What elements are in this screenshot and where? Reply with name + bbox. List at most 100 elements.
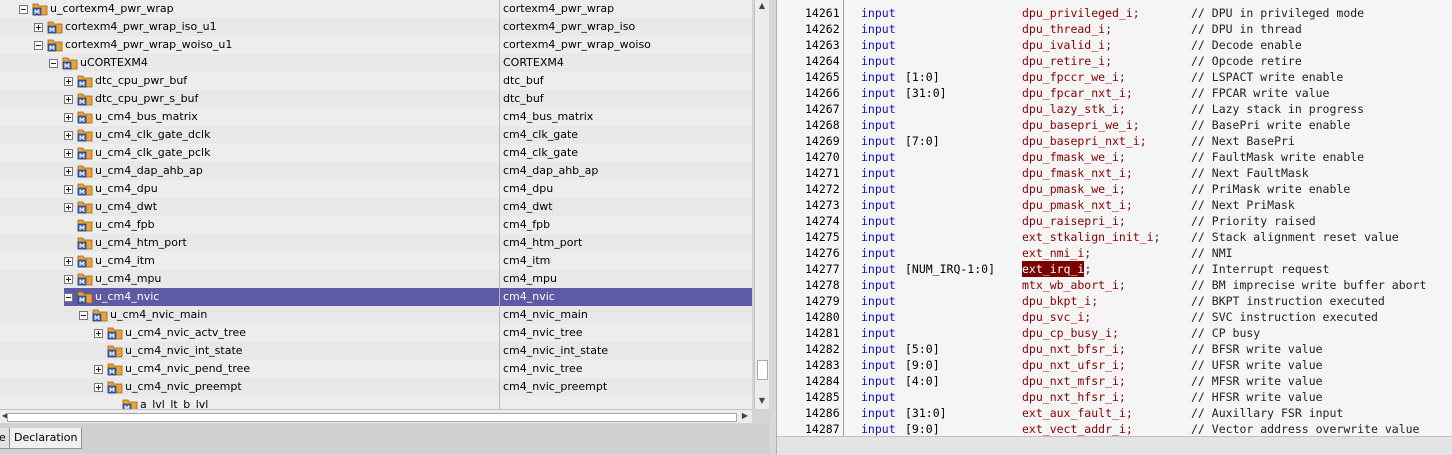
- scroll-down-icon[interactable]: ▼: [757, 396, 767, 406]
- tree-row[interactable]: Mu_cortexm4_pwr_wrap cortexm4_pwr_wrap: [0, 0, 752, 18]
- keyword: input: [861, 374, 896, 388]
- instance-name: uCORTEXM4: [80, 56, 148, 69]
- code-line[interactable]: 14277 input [NUM_IRQ-1:0] ext_irq_i; // Inte…: [777, 261, 1452, 277]
- code-line[interactable]: 14261 input dpu_privileged_i; // DPU in pri…: [777, 5, 1452, 21]
- code-line[interactable]: 14286 input [31:0] ext_aux_fault_i; // Auxil…: [777, 405, 1452, 421]
- tree-row[interactable]: Ma_lvl_lt_b_lvl: [0, 396, 752, 409]
- expand-icon[interactable]: [64, 95, 73, 104]
- code-line[interactable]: 14266 input [31:0] dpu_fpcar_nxt_i; // FPCAR…: [777, 85, 1452, 101]
- tree-row[interactable]: MuCORTEXM4 CORTEXM4: [0, 54, 752, 72]
- code-line[interactable]: 14279 input dpu_bkpt_i; // BKPT instruction…: [777, 293, 1452, 309]
- collapse-icon[interactable]: [49, 59, 58, 68]
- expand-icon[interactable]: [94, 365, 103, 374]
- scroll-right-icon[interactable]: ▶: [740, 411, 750, 421]
- keyword: input: [861, 342, 896, 356]
- expand-icon[interactable]: [64, 167, 73, 176]
- expand-icon[interactable]: [64, 131, 73, 140]
- module-icon: M: [92, 307, 108, 322]
- code-line[interactable]: 14285 input dpu_nxt_hfsr_i; // HFSR write v…: [777, 389, 1452, 405]
- collapse-icon[interactable]: [79, 311, 88, 320]
- tree-row[interactable]: Mu_cm4_bus_matrix cm4_bus_matrix: [0, 108, 752, 126]
- instance-name: u_cm4_nvic_pend_tree: [125, 362, 251, 375]
- code-line[interactable]: 14264 input dpu_retire_i; // Opcode retire: [777, 53, 1452, 69]
- expand-icon[interactable]: [94, 383, 103, 392]
- tree-row[interactable]: Mu_cm4_dwt cm4_dwt: [0, 198, 752, 216]
- code-line[interactable]: 14270 input dpu_fmask_we_i; // FaultMask wr…: [777, 149, 1452, 165]
- code-line[interactable]: 14278 input mtx_wb_abort_i; // BM imprecise…: [777, 277, 1452, 293]
- code-comment: // NMI: [1191, 246, 1233, 260]
- column-divider[interactable]: [499, 0, 500, 409]
- tree-row[interactable]: Mu_cm4_mpu cm4_mpu: [0, 270, 752, 288]
- code-line[interactable]: 14281 input dpu_cp_busy_i; // CP busy: [777, 325, 1452, 341]
- code-line[interactable]: 14265 input [1:0] dpu_fpccr_we_i; // LSPACT …: [777, 69, 1452, 85]
- expand-icon[interactable]: [94, 329, 103, 338]
- expand-icon[interactable]: [64, 275, 73, 284]
- tree-row[interactable]: Mu_cm4_nvic_preempt cm4_nvic_preempt: [0, 378, 752, 396]
- module-name: cm4_dpu: [503, 182, 554, 195]
- tree-row[interactable]: Mu_cm4_nvic_main cm4_nvic_main: [0, 306, 752, 324]
- module-icon: M: [122, 397, 138, 409]
- module-name: cm4_nvic: [503, 288, 555, 306]
- module-name: cm4_nvic_main: [503, 308, 588, 321]
- tree-row[interactable]: Mu_cm4_nvic_actv_tree cm4_nvic_tree: [0, 324, 752, 342]
- code-line[interactable]: 14282 input [5:0] dpu_nxt_bfsr_i; // BFSR wr…: [777, 341, 1452, 357]
- expand-icon[interactable]: [34, 23, 43, 32]
- code-line[interactable]: 14273 input dpu_pmask_nxt_i; // Next PriMas…: [777, 197, 1452, 213]
- bit-range: [NUM_IRQ-1:0]: [905, 262, 996, 276]
- expand-icon[interactable]: [64, 77, 73, 86]
- tree-row[interactable]: Mu_cm4_nvic cm4_nvic: [0, 288, 752, 306]
- bit-range: [31:0]: [905, 406, 947, 420]
- vertical-scrollbar[interactable]: ▲ ▼: [754, 0, 769, 409]
- code-line[interactable]: 14276 input ext_nmi_i; // NMI: [777, 245, 1452, 261]
- line-number: 14267: [805, 102, 840, 116]
- code-line[interactable]: 14280 input dpu_svc_i; // SVC instruction e…: [777, 309, 1452, 325]
- horizontal-scroll-thumb[interactable]: [7, 413, 737, 422]
- source-code-pane[interactable]: 14261 input dpu_privileged_i; // DPU in pri…: [776, 0, 1452, 455]
- instance-name: cortexm4_pwr_wrap_woiso_u1: [65, 38, 233, 51]
- tab-declaration[interactable]: Declaration: [9, 428, 83, 449]
- tree-row[interactable]: Mu_cm4_itm cm4_itm: [0, 252, 752, 270]
- expand-icon[interactable]: [64, 113, 73, 122]
- code-line[interactable]: 14275 input ext_stkalign_init_i; // Stack a…: [777, 229, 1452, 245]
- expand-icon[interactable]: [64, 149, 73, 158]
- code-line[interactable]: 14271 input dpu_fmask_nxt_i; // Next FaultM…: [777, 165, 1452, 181]
- instance-name: dtc_cpu_pwr_s_buf: [95, 92, 199, 105]
- scroll-up-icon[interactable]: ▲: [757, 1, 767, 11]
- horizontal-scrollbar[interactable]: ◀ ▶: [0, 409, 752, 423]
- code-line[interactable]: 14284 input [4:0] dpu_nxt_mfsr_i; // MFSR wr…: [777, 373, 1452, 389]
- module-icon: M: [77, 145, 93, 160]
- collapse-icon[interactable]: [34, 41, 43, 50]
- line-number: 14276: [805, 246, 840, 260]
- tree-row[interactable]: Mu_cm4_clk_gate_pclk cm4_clk_gate: [0, 144, 752, 162]
- svg-text:M: M: [79, 171, 85, 178]
- tree-row[interactable]: Mdtc_cpu_pwr_s_buf dtc_buf: [0, 90, 752, 108]
- code-line[interactable]: 14274 input dpu_raisepri_i; // Priority rai…: [777, 213, 1452, 229]
- code-line[interactable]: 14287 input [9:0] ext_vect_addr_i; // Vector…: [777, 421, 1452, 437]
- code-line[interactable]: 14268 input dpu_basepri_we_i; // BasePri wr…: [777, 117, 1452, 133]
- tree-row[interactable]: Mu_cm4_dpu cm4_dpu: [0, 180, 752, 198]
- tree-row[interactable]: Mu_cm4_htm_port cm4_htm_port: [0, 234, 752, 252]
- expand-icon[interactable]: [64, 203, 73, 212]
- tree-row[interactable]: Mu_cm4_clk_gate_dclk cm4_clk_gate: [0, 126, 752, 144]
- code-line[interactable]: 14263 input dpu_ivalid_i; // Decode enable: [777, 37, 1452, 53]
- code-line[interactable]: 14262 input dpu_thread_i; // DPU in thread: [777, 21, 1452, 37]
- expand-icon[interactable]: [64, 257, 73, 266]
- module-icon: M: [77, 127, 93, 142]
- tree-row[interactable]: Mu_cm4_nvic_int_state cm4_nvic_int_state: [0, 342, 752, 360]
- expand-icon[interactable]: [64, 185, 73, 194]
- tree-row[interactable]: Mu_cm4_fpb cm4_fpb: [0, 216, 752, 234]
- tree-row[interactable]: Mu_cm4_dap_ahb_ap cm4_dap_ahb_ap: [0, 162, 752, 180]
- code-line[interactable]: 14267 input dpu_lazy_stk_i; // Lazy stack i…: [777, 101, 1452, 117]
- keyword: input: [861, 134, 896, 148]
- code-line[interactable]: 14283 input [9:0] dpu_nxt_ufsr_i; // UFSR wr…: [777, 357, 1452, 373]
- collapse-icon[interactable]: [19, 5, 28, 14]
- vertical-scroll-thumb[interactable]: [757, 360, 768, 380]
- tree-row[interactable]: Mcortexm4_pwr_wrap_iso_u1 cortexm4_pwr_wr…: [0, 18, 752, 36]
- code-line[interactable]: 14269 input [7:0] dpu_basepri_nxt_i; // Next…: [777, 133, 1452, 149]
- tree-row[interactable]: Mdtc_cpu_pwr_buf dtc_buf: [0, 72, 752, 90]
- tree-row[interactable]: Mcortexm4_pwr_wrap_woiso_u1 cortexm4_pwr_…: [0, 36, 752, 54]
- code-comment: // Next BasePri: [1191, 134, 1295, 148]
- tree-row[interactable]: Mu_cm4_nvic_pend_tree cm4_nvic_tree: [0, 360, 752, 378]
- collapse-icon[interactable]: [64, 293, 73, 302]
- code-line[interactable]: 14272 input dpu_pmask_we_i; // PriMask writ…: [777, 181, 1452, 197]
